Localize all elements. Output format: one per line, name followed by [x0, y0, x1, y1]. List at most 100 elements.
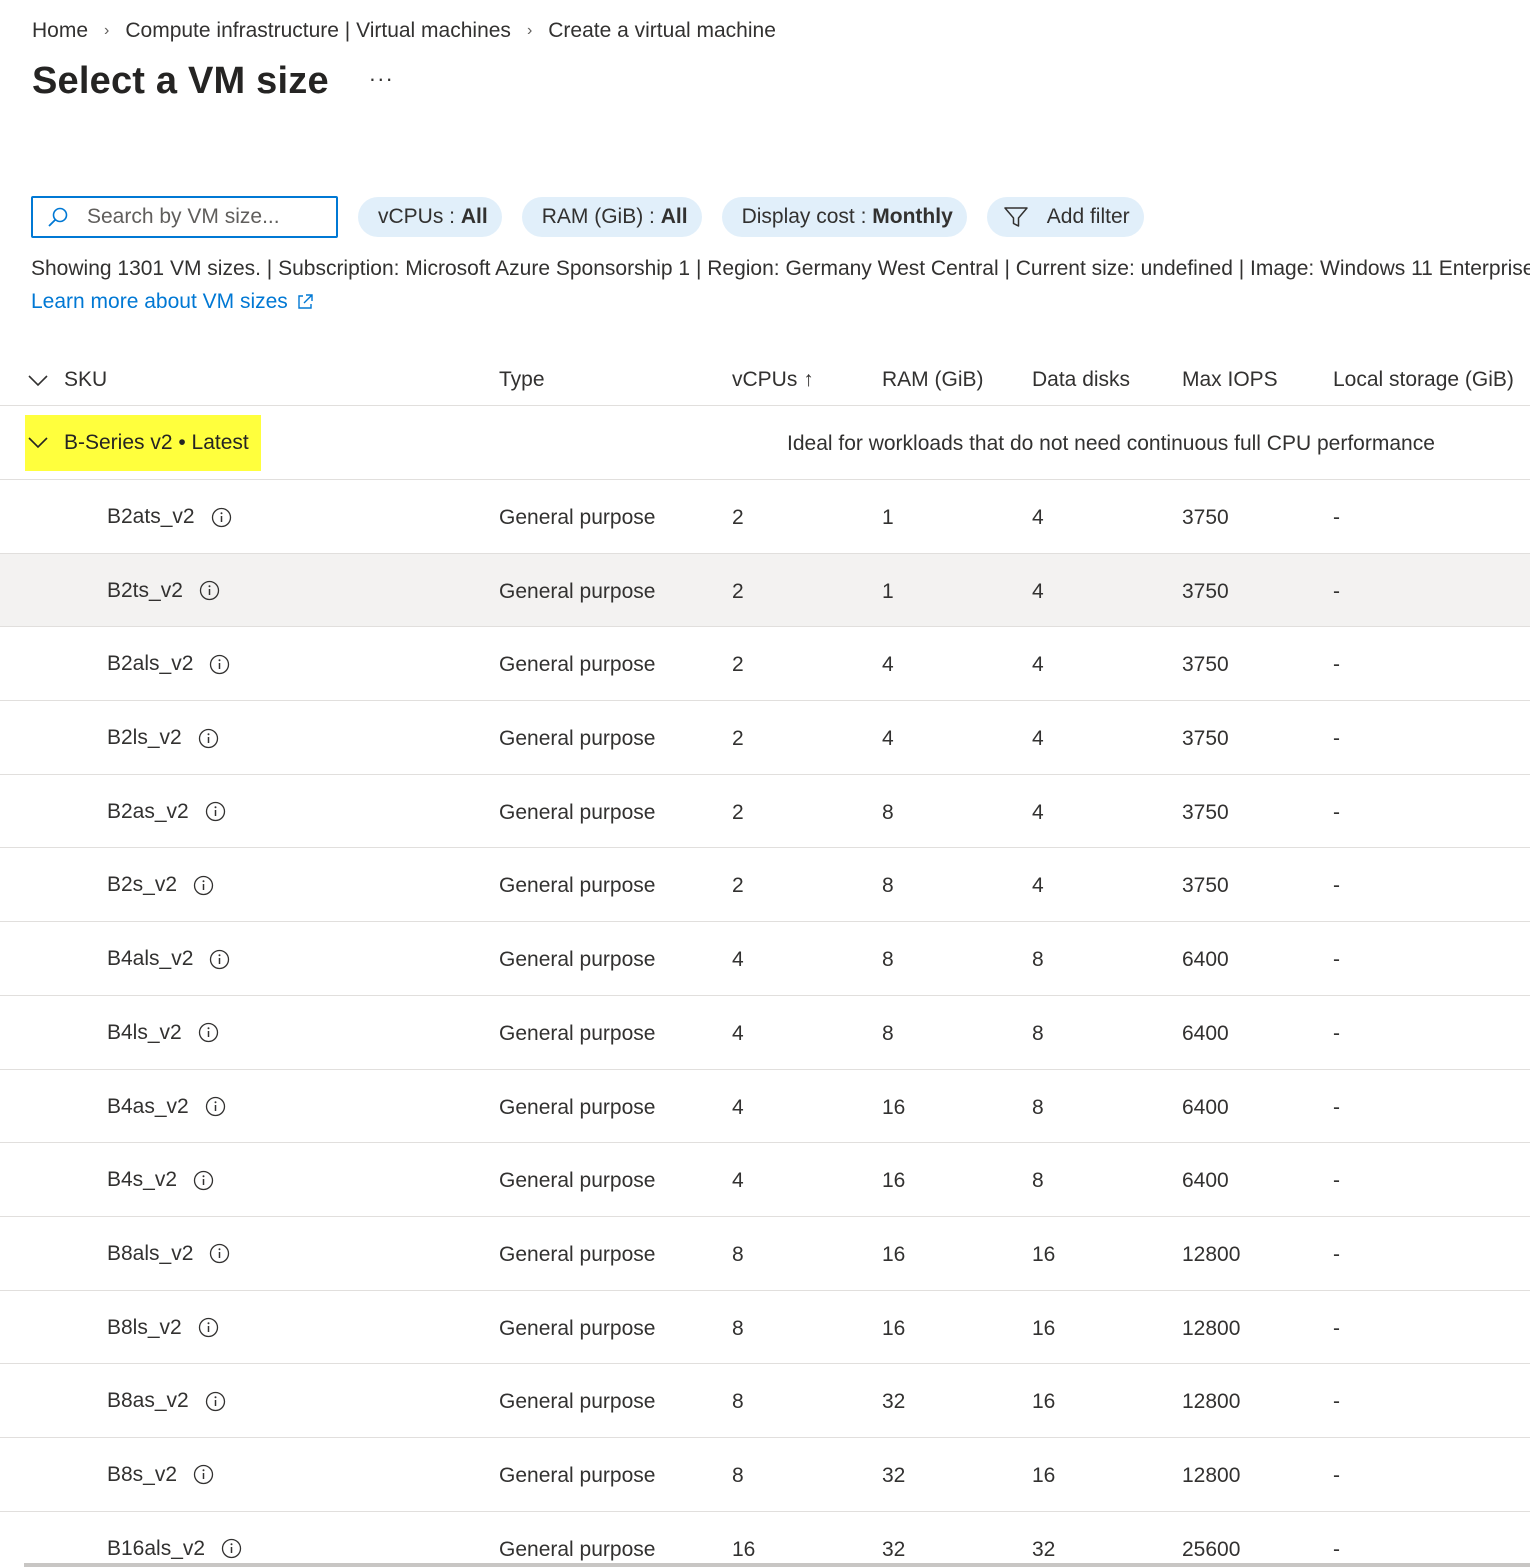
vcpus-cell: 4 [732, 948, 744, 972]
filter-toolbar: vCPUs : All RAM (GiB) : All Display cost… [31, 196, 1144, 238]
column-header-ram[interactable]: RAM (GiB) [882, 368, 984, 392]
column-header-data-disks[interactable]: Data disks [1032, 368, 1130, 392]
sku-name: B4als_v2 [107, 947, 194, 971]
sku-cell: B8als_v2 [107, 1242, 230, 1266]
column-header-max-iops[interactable]: Max IOPS [1182, 368, 1278, 392]
table-row[interactable]: B2as_v2 General purpose 2 8 4 3750 - [0, 775, 1530, 849]
sku-name: B2as_v2 [107, 799, 189, 823]
info-icon[interactable] [198, 1317, 219, 1338]
type-cell: General purpose [499, 948, 656, 972]
info-icon[interactable] [221, 1538, 242, 1559]
add-filter-button[interactable]: Add filter [986, 197, 1144, 237]
external-link-icon [298, 294, 313, 309]
ram-cell: 16 [882, 1095, 906, 1119]
info-icon[interactable] [198, 1022, 219, 1043]
info-icon[interactable] [205, 801, 226, 822]
table-row[interactable]: B2ats_v2 General purpose 2 1 4 3750 - [0, 480, 1530, 554]
max-iops-cell: 12800 [1182, 1390, 1241, 1414]
display-cost-pill[interactable]: Display cost : Monthly [721, 197, 967, 237]
type-cell: General purpose [499, 1390, 656, 1414]
vcpus-filter-pill[interactable]: vCPUs : All [358, 197, 502, 237]
sku-name: B4s_v2 [107, 1168, 178, 1192]
breadcrumb-home[interactable]: Home [32, 19, 88, 43]
data-disks-cell: 4 [1032, 727, 1044, 751]
max-iops-cell: 12800 [1182, 1316, 1241, 1340]
info-icon[interactable] [209, 654, 230, 675]
column-header-sku[interactable]: SKU [64, 368, 107, 392]
table-row[interactable]: B2als_v2 General purpose 2 4 4 3750 - [0, 627, 1530, 702]
horizontal-scrollbar[interactable] [24, 1563, 1530, 1567]
learn-more-link[interactable]: Learn more about VM sizes [31, 290, 314, 314]
search-icon [48, 207, 68, 227]
ram-cell: 32 [882, 1390, 906, 1414]
search-box[interactable] [31, 196, 338, 238]
filter-label: Display cost : [741, 205, 867, 228]
max-iops-cell: 3750 [1182, 727, 1229, 751]
info-icon[interactable] [205, 1096, 226, 1117]
sku-cell: B16als_v2 [107, 1537, 242, 1561]
table-row[interactable]: B4ls_v2 General purpose 4 8 8 6400 - [0, 996, 1530, 1070]
sku-name: B8als_v2 [107, 1241, 194, 1265]
table-row[interactable]: B8ls_v2 General purpose 8 16 16 12800 - [0, 1291, 1530, 1365]
page-title: Select a VM size [32, 60, 329, 102]
info-icon[interactable] [205, 1391, 226, 1412]
table-row[interactable]: B2s_v2 General purpose 2 8 4 3750 - [0, 848, 1530, 923]
info-icon[interactable] [193, 1464, 214, 1485]
breadcrumb-create-vm[interactable]: Create a virtual machine [548, 19, 776, 43]
ram-filter-pill[interactable]: RAM (GiB) : All [521, 197, 702, 237]
data-disks-cell: 8 [1032, 1021, 1044, 1045]
breadcrumb-virtual-machines[interactable]: Compute infrastructure | Virtual machine… [125, 19, 511, 43]
vcpus-cell: 8 [732, 1316, 744, 1340]
info-icon[interactable] [193, 1170, 214, 1191]
local-storage-cell: - [1333, 727, 1340, 751]
type-cell: General purpose [499, 653, 656, 677]
data-disks-cell: 4 [1032, 579, 1044, 603]
table-row[interactable]: B2ts_v2 General purpose 2 1 4 3750 - [0, 553, 1530, 628]
info-icon[interactable] [193, 875, 214, 896]
info-icon[interactable] [211, 507, 232, 528]
sku-name: B4as_v2 [107, 1094, 189, 1118]
info-icon[interactable] [209, 1243, 230, 1264]
data-disks-cell: 16 [1032, 1463, 1056, 1487]
vcpus-cell: 4 [732, 1095, 744, 1119]
type-cell: General purpose [499, 874, 656, 898]
chevron-down-icon [28, 437, 48, 449]
table-row[interactable]: B4s_v2 General purpose 4 16 8 6400 - [0, 1143, 1530, 1217]
table-row[interactable]: B16als_v2 General purpose 16 32 32 25600 - [0, 1512, 1530, 1567]
column-header-local-storage[interactable]: Local storage (GiB) [1333, 368, 1514, 392]
sku-cell: B8as_v2 [107, 1389, 226, 1413]
vcpus-cell: 8 [732, 1242, 744, 1266]
data-disks-cell: 16 [1032, 1390, 1056, 1414]
table-row[interactable]: B2ls_v2 General purpose 2 4 4 3750 - [0, 701, 1530, 775]
max-iops-cell: 6400 [1182, 1095, 1229, 1119]
info-icon[interactable] [209, 949, 230, 970]
table-row[interactable]: B4as_v2 General purpose 4 16 8 6400 - [0, 1070, 1530, 1144]
info-icon[interactable] [199, 580, 220, 601]
local-storage-cell: - [1333, 1095, 1340, 1119]
collapse-all-button[interactable] [28, 370, 48, 394]
column-header-type[interactable]: Type [499, 368, 545, 392]
info-icon[interactable] [198, 728, 219, 749]
table-row[interactable]: B8s_v2 General purpose 8 32 16 12800 - [0, 1438, 1530, 1512]
more-options-button[interactable]: ··· [369, 66, 394, 92]
type-cell: General purpose [499, 1095, 656, 1119]
local-storage-cell: - [1333, 874, 1340, 898]
sort-ascending-icon: ↑ [803, 368, 814, 391]
group-toggle[interactable]: B-Series v2 • Latest [25, 415, 261, 471]
data-disks-cell: 8 [1032, 1095, 1044, 1119]
search-input[interactable] [87, 205, 287, 229]
table-row[interactable]: B4als_v2 General purpose 4 8 8 6400 - [0, 922, 1530, 996]
breadcrumb: Home › Compute infrastructure | Virtual … [32, 14, 776, 48]
local-storage-cell: - [1333, 800, 1340, 824]
sku-cell: B2als_v2 [107, 652, 230, 676]
table-row[interactable]: B8as_v2 General purpose 8 32 16 12800 - [0, 1364, 1530, 1438]
vcpus-cell: 2 [732, 579, 744, 603]
table-row[interactable]: B8als_v2 General purpose 8 16 16 12800 - [0, 1217, 1530, 1291]
sku-cell: B2s_v2 [107, 873, 214, 897]
data-disks-cell: 32 [1032, 1537, 1056, 1561]
vcpus-cell: 4 [732, 1021, 744, 1045]
column-header-vcpus[interactable]: vCPUs ↑ [732, 368, 814, 392]
max-iops-cell: 12800 [1182, 1463, 1241, 1487]
local-storage-cell: - [1333, 1242, 1340, 1266]
max-iops-cell: 3750 [1182, 800, 1229, 824]
